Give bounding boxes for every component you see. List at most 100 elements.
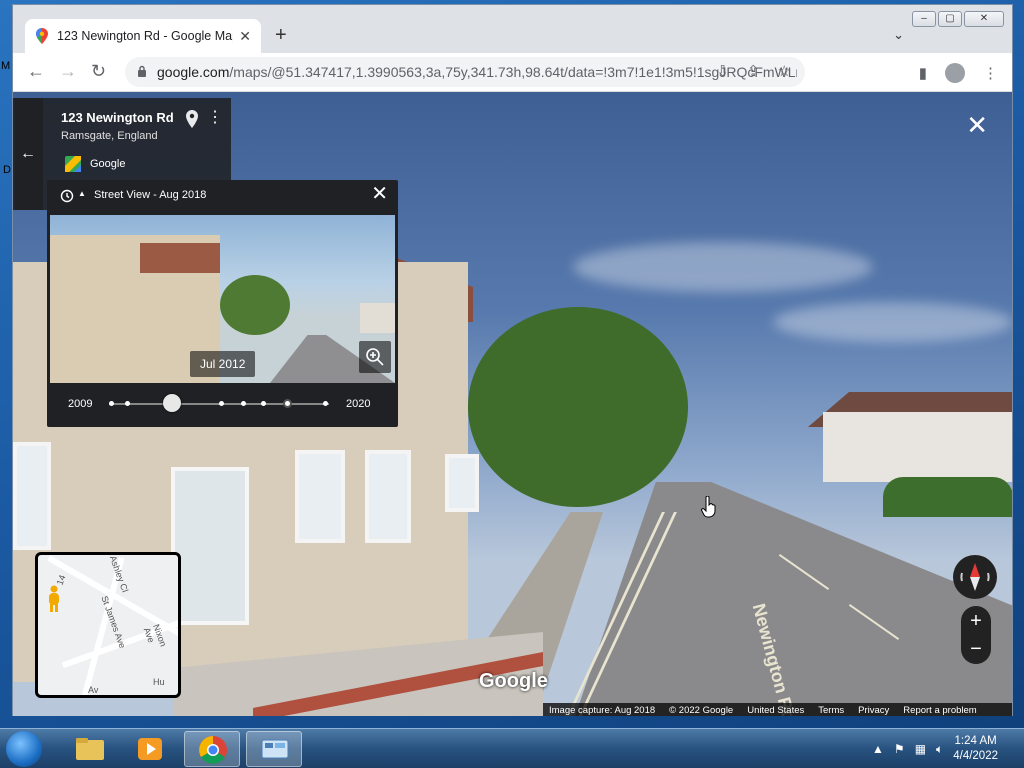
- tab-strip: 123 Newington Rd - Google Maps ✕ + ⌄ – ▢…: [13, 5, 1012, 53]
- minimize-button[interactable]: –: [912, 11, 936, 27]
- window-controls: – ▢ ✕: [912, 11, 1004, 27]
- share-icon[interactable]: ⇪: [747, 62, 760, 80]
- browser-toolbar: ← → ↻ google.com/maps/@51.347417,1.39905…: [13, 53, 1012, 92]
- timeline-stop[interactable]: [109, 401, 114, 406]
- mini-map[interactable]: 14 Ashley Cl St James Ave Nixon Ave Hu A…: [35, 552, 181, 698]
- back-icon[interactable]: ←: [27, 61, 45, 81]
- restore-button[interactable]: ▢: [938, 11, 962, 27]
- location-pin-icon[interactable]: [185, 110, 199, 128]
- zoom-in-button[interactable]: +: [961, 611, 991, 631]
- control-panel-icon: [261, 739, 289, 759]
- close-window-button[interactable]: ✕: [964, 11, 1004, 27]
- timeline-stop[interactable]: [323, 401, 328, 406]
- pegman-icon[interactable]: [46, 585, 62, 613]
- map-label: Hu: [153, 677, 165, 687]
- folder-icon: [76, 738, 104, 760]
- image-capture-date: Image capture: Aug 2018: [549, 704, 656, 716]
- tab-close-icon[interactable]: ✕: [239, 28, 251, 45]
- new-tab-button[interactable]: +: [275, 25, 287, 45]
- privacy-link[interactable]: Privacy: [858, 705, 889, 716]
- network-icon[interactable]: ▦: [915, 742, 926, 756]
- zoom-controls: + −: [961, 606, 991, 664]
- toolbar-right: ▮ ⋮: [919, 63, 998, 83]
- historical-preview-image[interactable]: Jul 2012: [50, 215, 395, 383]
- media-player-icon: [138, 738, 162, 760]
- timeline-stop[interactable]: [241, 401, 246, 406]
- panorama-window: [13, 442, 51, 550]
- street-view-canvas[interactable]: Newington Rd ← 123 Newington Rd Ramsgate…: [13, 92, 1012, 716]
- lock-icon: [138, 65, 146, 77]
- panorama-cloud: [773, 302, 1012, 342]
- map-label: Av: [88, 685, 99, 695]
- clock-time: 1:24 AM: [954, 735, 997, 747]
- action-center-icon[interactable]: ⚑: [894, 742, 905, 756]
- time-travel-header: ▲ Street View - Aug 2018 ✕: [47, 180, 398, 212]
- back-arrow-icon[interactable]: ←: [13, 98, 43, 210]
- taskbar: ▲ ⚑ ▦ 🔈︎ 1:24 AM 4/4/2022: [0, 728, 1024, 768]
- desktop-label: D: [3, 164, 11, 176]
- preview-house: [360, 303, 395, 333]
- preview-roof: [140, 243, 220, 273]
- report-problem-link[interactable]: Report a problem: [903, 705, 976, 716]
- panorama-tree: [468, 307, 688, 507]
- start-button[interactable]: [6, 731, 42, 767]
- google-logo: Google: [479, 670, 548, 692]
- taskbar-media-player[interactable]: [122, 731, 178, 767]
- bookmark-star-icon[interactable]: ☆: [778, 62, 791, 80]
- maps-pin-icon: [36, 28, 48, 44]
- menu-kebab-icon[interactable]: ⋮: [983, 64, 998, 82]
- magnifier-plus-icon: [366, 348, 384, 366]
- panorama-cloud: [573, 242, 873, 292]
- timeline-stop[interactable]: [261, 401, 266, 406]
- tab-google-maps[interactable]: 123 Newington Rd - Google Maps ✕: [25, 19, 261, 53]
- timeline-start-year: 2009: [68, 398, 93, 410]
- time-travel-close-icon[interactable]: ✕: [371, 184, 388, 204]
- google-maps-badge-icon: [65, 156, 81, 172]
- more-options-icon[interactable]: ⋮: [207, 110, 223, 126]
- preview-zoom-button[interactable]: [359, 341, 391, 373]
- reload-icon[interactable]: ↻: [91, 61, 106, 81]
- panorama-house: [823, 412, 1012, 482]
- timeline-stop[interactable]: [125, 401, 130, 406]
- tab-title: 123 Newington Rd - Google Maps: [57, 29, 234, 43]
- taskbar-clock[interactable]: 1:24 AM 4/4/2022: [953, 734, 998, 764]
- address-bar[interactable]: google.com/maps/@51.347417,1.3990563,3a,…: [125, 57, 805, 87]
- compass-needle-icon: [960, 563, 990, 591]
- close-street-view-icon[interactable]: ✕: [966, 112, 988, 138]
- provider-name: Google: [90, 158, 126, 170]
- install-icon[interactable]: ⇩: [716, 62, 729, 80]
- place-title: 123 Newington Rd: [61, 110, 174, 125]
- map-footer: Image capture: Aug 2018 © 2022 Google Un…: [543, 703, 1012, 716]
- preview-date-label: Jul 2012: [190, 351, 256, 377]
- desktop-label: M: [1, 60, 11, 72]
- show-hidden-icons-icon[interactable]: ▲: [872, 742, 884, 756]
- tab-search-icon[interactable]: ⌄: [893, 27, 904, 43]
- url-host: google.com: [157, 64, 230, 80]
- timeline-stop-current[interactable]: [285, 401, 290, 406]
- forward-icon[interactable]: →: [59, 61, 77, 81]
- timeline-stop[interactable]: [219, 401, 224, 406]
- volume-icon[interactable]: 🔈︎: [936, 742, 943, 757]
- terms-link[interactable]: Terms: [818, 705, 844, 716]
- zoom-out-button[interactable]: −: [961, 639, 991, 659]
- caret-up-icon[interactable]: ▲: [78, 189, 86, 198]
- profile-avatar[interactable]: [945, 63, 965, 83]
- panorama-window: [295, 450, 345, 543]
- side-panel-icon[interactable]: ▮: [919, 64, 927, 82]
- url-path: /maps/@51.347417,1.3990563,3a,75y,341.73…: [229, 64, 797, 80]
- url-text: google.com/maps/@51.347417,1.3990563,3a,…: [157, 64, 797, 80]
- history-clock-icon[interactable]: [60, 189, 74, 203]
- timeline-end-year: 2020: [346, 398, 371, 410]
- preview-tree: [220, 275, 290, 335]
- taskbar-explorer[interactable]: [62, 731, 118, 767]
- region-link[interactable]: United States: [747, 705, 804, 716]
- taskbar-control-panel[interactable]: [246, 731, 302, 767]
- omnibox-actions: ⇩ ⇪ ☆: [716, 62, 791, 80]
- clock-date: 4/4/2022: [953, 750, 998, 762]
- timeline-slider-track[interactable]: [109, 394, 329, 412]
- chrome-icon: [199, 736, 227, 764]
- compass-control[interactable]: [953, 555, 997, 599]
- timeline-slider-handle[interactable]: [163, 394, 181, 412]
- taskbar-chrome[interactable]: [184, 731, 240, 767]
- place-subtitle: Ramsgate, England: [61, 130, 158, 142]
